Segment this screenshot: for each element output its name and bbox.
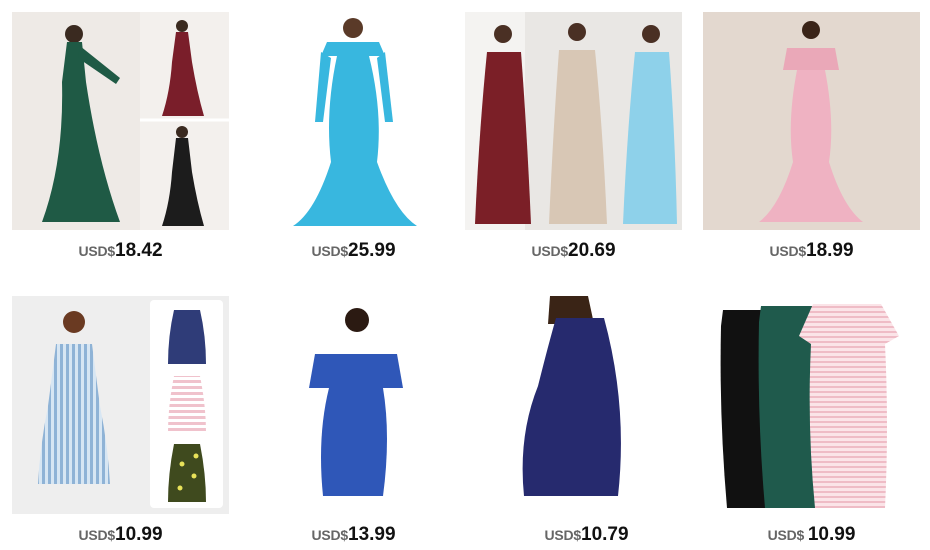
price-amount: 18.99 — [806, 240, 854, 261]
product-price: USD$ 10.99 — [703, 524, 920, 546]
product-image[interactable] — [12, 296, 229, 514]
product-price: USD$20.69 — [465, 240, 682, 262]
product-card[interactable]: USD$13.99 — [245, 296, 462, 545]
product-card[interactable]: USD$25.99 — [245, 12, 462, 261]
currency-label: USD$ — [78, 243, 115, 259]
product-price: USD$18.42 — [12, 240, 229, 262]
product-image[interactable] — [703, 12, 920, 230]
product-card[interactable]: USD$10.99 — [12, 296, 229, 545]
price-amount: 10.99 — [115, 524, 163, 545]
product-image[interactable] — [12, 12, 229, 230]
product-card[interactable]: USD$ 10.99 — [703, 296, 920, 545]
price-amount: 20.69 — [568, 240, 616, 261]
product-price: USD$18.99 — [703, 240, 920, 262]
product-image[interactable] — [478, 296, 695, 514]
currency-label: USD$ — [531, 243, 568, 259]
product-image[interactable] — [245, 296, 462, 514]
product-card[interactable]: USD$18.99 — [703, 12, 920, 261]
currency-label: USD$ — [78, 527, 115, 543]
currency-label: USD$ — [769, 243, 806, 259]
currency-label: USD$ — [311, 527, 348, 543]
currency-label: USD$ — [767, 527, 808, 543]
price-amount: 13.99 — [348, 524, 396, 545]
product-image[interactable] — [703, 296, 920, 514]
price-amount: 25.99 — [348, 240, 396, 261]
currency-label: USD$ — [311, 243, 348, 259]
product-card[interactable]: USD$10.79 — [478, 296, 695, 545]
product-image[interactable] — [465, 12, 682, 230]
product-image[interactable] — [245, 12, 462, 230]
product-price: USD$10.79 — [478, 524, 695, 546]
price-amount: 10.99 — [807, 524, 856, 545]
product-card[interactable]: USD$18.42 — [12, 12, 229, 261]
currency-label: USD$ — [544, 527, 581, 543]
product-price: USD$13.99 — [245, 524, 462, 546]
product-price: USD$25.99 — [245, 240, 462, 262]
price-amount: 18.42 — [115, 240, 163, 261]
product-card[interactable]: USD$20.69 — [465, 12, 682, 261]
product-price: USD$10.99 — [12, 524, 229, 546]
price-amount: 10.79 — [581, 524, 629, 545]
